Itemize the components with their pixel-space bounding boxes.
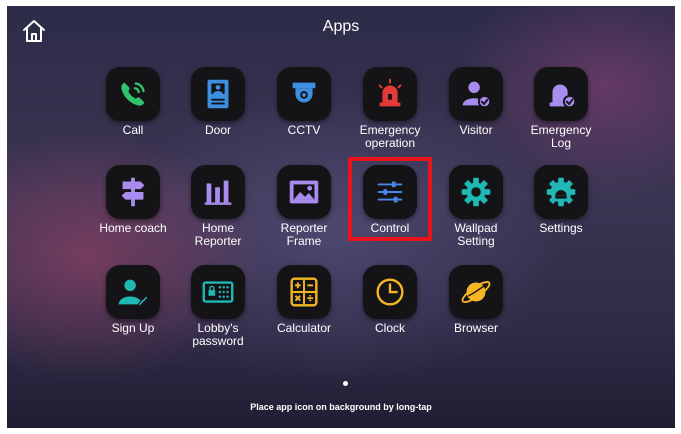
- app-wallpad-setting[interactable]: Wallpad Setting: [434, 165, 518, 248]
- app-label: Sign Up: [111, 321, 155, 335]
- sign-up-icon: [118, 279, 150, 308]
- app-label: Browser: [453, 321, 498, 335]
- calculator-icon: [290, 277, 318, 307]
- page-indicator-dot: [343, 381, 348, 386]
- planet-icon: [461, 281, 491, 303]
- app-browser[interactable]: Browser: [434, 265, 518, 335]
- app-calculator[interactable]: Calculator: [262, 265, 346, 335]
- app-settings[interactable]: Settings: [519, 165, 603, 235]
- app-label: Visitor: [459, 123, 493, 137]
- app-label: CCTV: [287, 123, 321, 137]
- keypad-lock-icon: [202, 281, 234, 303]
- app-label: Clock: [374, 321, 405, 335]
- app-visitor[interactable]: Visitor: [434, 67, 518, 137]
- app-label: Lobby's password: [192, 321, 244, 348]
- gear-icon: [461, 177, 491, 207]
- app-label: Call: [122, 123, 144, 137]
- app-label: Home coach: [99, 221, 167, 235]
- page-title: Apps: [322, 18, 360, 35]
- android-gear-icon: [546, 177, 576, 207]
- app-label: Calculator: [276, 321, 332, 335]
- app-emergency-operation[interactable]: Emergency operation: [348, 67, 432, 150]
- app-lobby-password[interactable]: Lobby's password: [176, 265, 260, 348]
- clock-icon: [376, 278, 404, 306]
- app-label: Reporter Frame: [280, 221, 328, 248]
- app-home-coach[interactable]: Home coach: [91, 165, 175, 235]
- app-label: Emergency operation: [359, 123, 421, 150]
- phone-icon: [121, 82, 145, 106]
- cctv-camera-icon: [292, 82, 316, 103]
- long-tap-hint: Place app icon on background by long-tap: [250, 402, 432, 412]
- app-sign-up[interactable]: Sign Up: [91, 265, 175, 335]
- app-label: Home Reporter: [194, 221, 242, 248]
- app-label: Door: [204, 123, 231, 137]
- signpost-icon: [121, 177, 145, 207]
- app-door[interactable]: Door: [176, 67, 260, 137]
- siren-icon: [378, 78, 402, 107]
- app-home-reporter[interactable]: Home Reporter: [176, 165, 260, 248]
- apps-screen: Apps Call Door CCTV Emergency operation …: [7, 6, 675, 428]
- app-reporter-frame[interactable]: Reporter Frame: [262, 165, 346, 248]
- visitor-icon: [462, 81, 492, 109]
- app-label: Wallpad Setting: [454, 221, 498, 248]
- control-highlight-box: [348, 157, 432, 241]
- app-call[interactable]: Call: [91, 67, 175, 137]
- app-emergency-log[interactable]: Emergency Log: [519, 67, 603, 150]
- app-label: Settings: [539, 221, 583, 235]
- app-label: Emergency Log: [530, 123, 592, 150]
- door-icon: [207, 79, 229, 109]
- emergency-log-icon: [549, 84, 577, 109]
- bar-chart-icon: [204, 180, 232, 205]
- app-clock[interactable]: Clock: [348, 265, 432, 335]
- picture-frame-icon: [289, 180, 319, 204]
- app-cctv[interactable]: CCTV: [262, 67, 346, 137]
